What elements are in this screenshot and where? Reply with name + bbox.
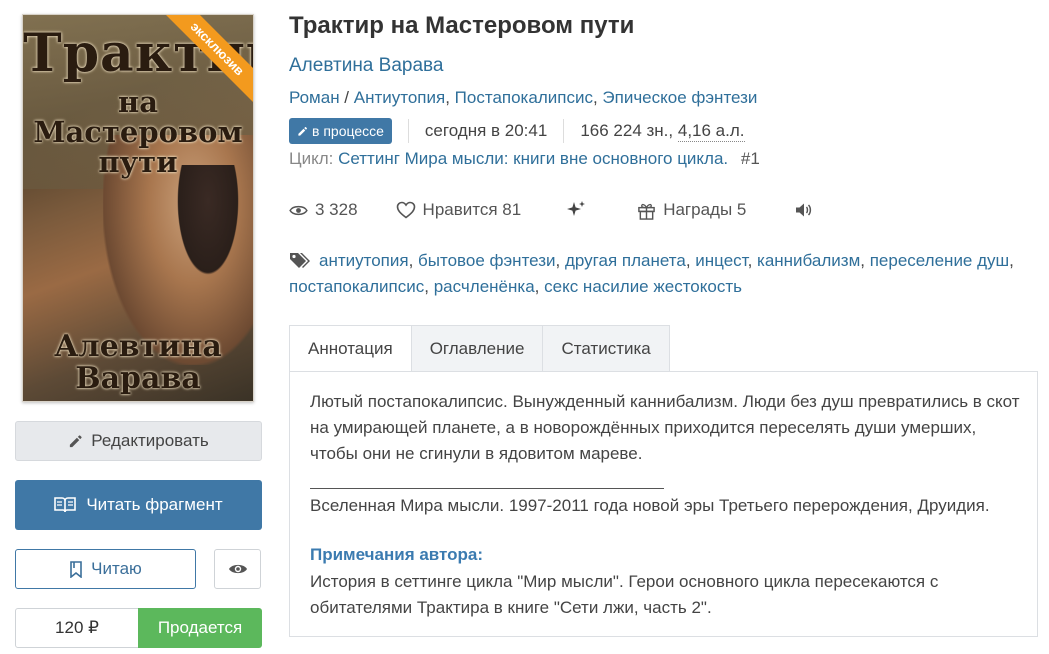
like-button[interactable]: Нравится 81 (396, 200, 522, 220)
heart-icon (396, 201, 415, 219)
divider (310, 488, 664, 489)
tag-link[interactable]: бытовое фэнтези (418, 251, 556, 270)
edit-button[interactable]: Редактировать (15, 421, 262, 461)
tag-link[interactable]: секс насилие жестокость (544, 277, 742, 296)
reading-label: Читаю (91, 559, 142, 578)
annotation-panel: Лютый постапокалипсис. Вынужденный канни… (289, 371, 1038, 637)
tags-icon (290, 253, 310, 268)
size-sheets[interactable]: 4,16 а.л. (677, 121, 745, 142)
cycle-label: Цикл: (289, 149, 334, 168)
tag-link[interactable]: расчленёнка (434, 277, 535, 296)
price-box: 120 ₽ (15, 608, 139, 648)
book-meta: в процессе сегодня в 20:41 166 224 зн., … (289, 118, 745, 144)
reading-button[interactable]: Читаю (15, 549, 196, 589)
annotation-text: Лютый постапокалипсис. Вынужденный канни… (310, 392, 1020, 463)
awards-label: Награды 5 (663, 200, 747, 219)
cover-author: Алевтина Варава (54, 329, 222, 396)
pencil-icon (298, 126, 307, 136)
bookmark-icon (70, 560, 82, 578)
open-book-icon (54, 497, 77, 513)
book-cover[interactable]: Трактир на Мастеровом пути Алевтина Вара… (22, 14, 254, 402)
status-badge-label: в процессе (312, 123, 384, 139)
genre-link[interactable]: Роман (289, 88, 340, 107)
genre-separator: / (339, 88, 354, 107)
tag-link[interactable]: инцест (695, 251, 747, 270)
author-notes-heading: Примечания автора: (310, 545, 484, 564)
cycle-link[interactable]: Сеттинг Мира мысли: книги вне основного … (338, 149, 728, 168)
read-fragment-button[interactable]: Читать фрагмент (15, 480, 262, 530)
genre-link[interactable]: Антиутопия (354, 88, 445, 107)
status-badge: в процессе (289, 118, 392, 144)
watch-button[interactable] (214, 549, 261, 589)
tag-link[interactable]: каннибализм (757, 251, 860, 270)
universe-text: Вселенная Мира мысли. 1997-2011 года нов… (310, 496, 990, 515)
author-link[interactable]: Алевтина Варава (289, 55, 443, 77)
tab-statistics[interactable]: Статистика (543, 325, 670, 372)
eye-icon (228, 564, 247, 574)
edit-button-label: Редактировать (91, 431, 209, 450)
stats-row: 3 328 Нравится 81 Награды 5 (289, 198, 812, 222)
gift-icon (638, 203, 656, 220)
read-fragment-label: Читать фрагмент (86, 495, 223, 514)
likes-label: Нравится 81 (422, 200, 522, 219)
genre-separator: , (445, 88, 455, 107)
updated-time: сегодня в 20:41 (424, 121, 548, 140)
divider (563, 119, 565, 143)
speaker-icon (796, 203, 812, 217)
cover-title-line2: на Мастеровом пути (33, 85, 243, 179)
views-stat: 3 328 (289, 200, 358, 220)
awards-button[interactable]: Награды 5 (637, 200, 746, 220)
genres-line: Роман / Антиутопия, Постапокалипсис, Эпи… (289, 88, 757, 108)
genre-link[interactable]: Постапокалипсис (455, 88, 593, 107)
sparkle-button[interactable] (565, 200, 587, 220)
audio-button[interactable] (794, 202, 812, 218)
genre-separator: , (592, 88, 603, 107)
tag-link[interactable]: постапокалипсис (289, 277, 424, 296)
tabs-bar: Аннотация Оглавление Статистика (289, 325, 670, 372)
cycle-line: Цикл: Сеттинг Мира мысли: книги вне осно… (289, 149, 760, 169)
pencil-icon (70, 434, 82, 447)
tab-contents[interactable]: Оглавление (411, 325, 544, 372)
eye-icon (289, 205, 308, 215)
genre-link[interactable]: Эпическое фэнтези (602, 88, 757, 107)
book-title: Трактир на Мастеровом пути (289, 12, 635, 39)
size-chars: 166 224 зн., (580, 121, 674, 140)
buy-button[interactable]: Продается (138, 608, 262, 648)
author-notes-text: История в сеттинге цикла "Мир мысли". Ге… (310, 572, 939, 617)
views-count: 3 328 (315, 200, 358, 219)
divider (407, 119, 409, 143)
tags-list: антиутопия, бытовое фэнтези, другая план… (289, 251, 1014, 296)
cycle-number: #1 (740, 149, 760, 168)
tag-link[interactable]: другая планета (565, 251, 686, 270)
tag-link[interactable]: переселение душ (870, 251, 1009, 270)
tab-annotation[interactable]: Аннотация (289, 325, 412, 372)
cover-figure-hair (173, 165, 243, 285)
tag-link[interactable]: антиутопия (319, 251, 409, 270)
sparkles-icon (567, 201, 586, 216)
